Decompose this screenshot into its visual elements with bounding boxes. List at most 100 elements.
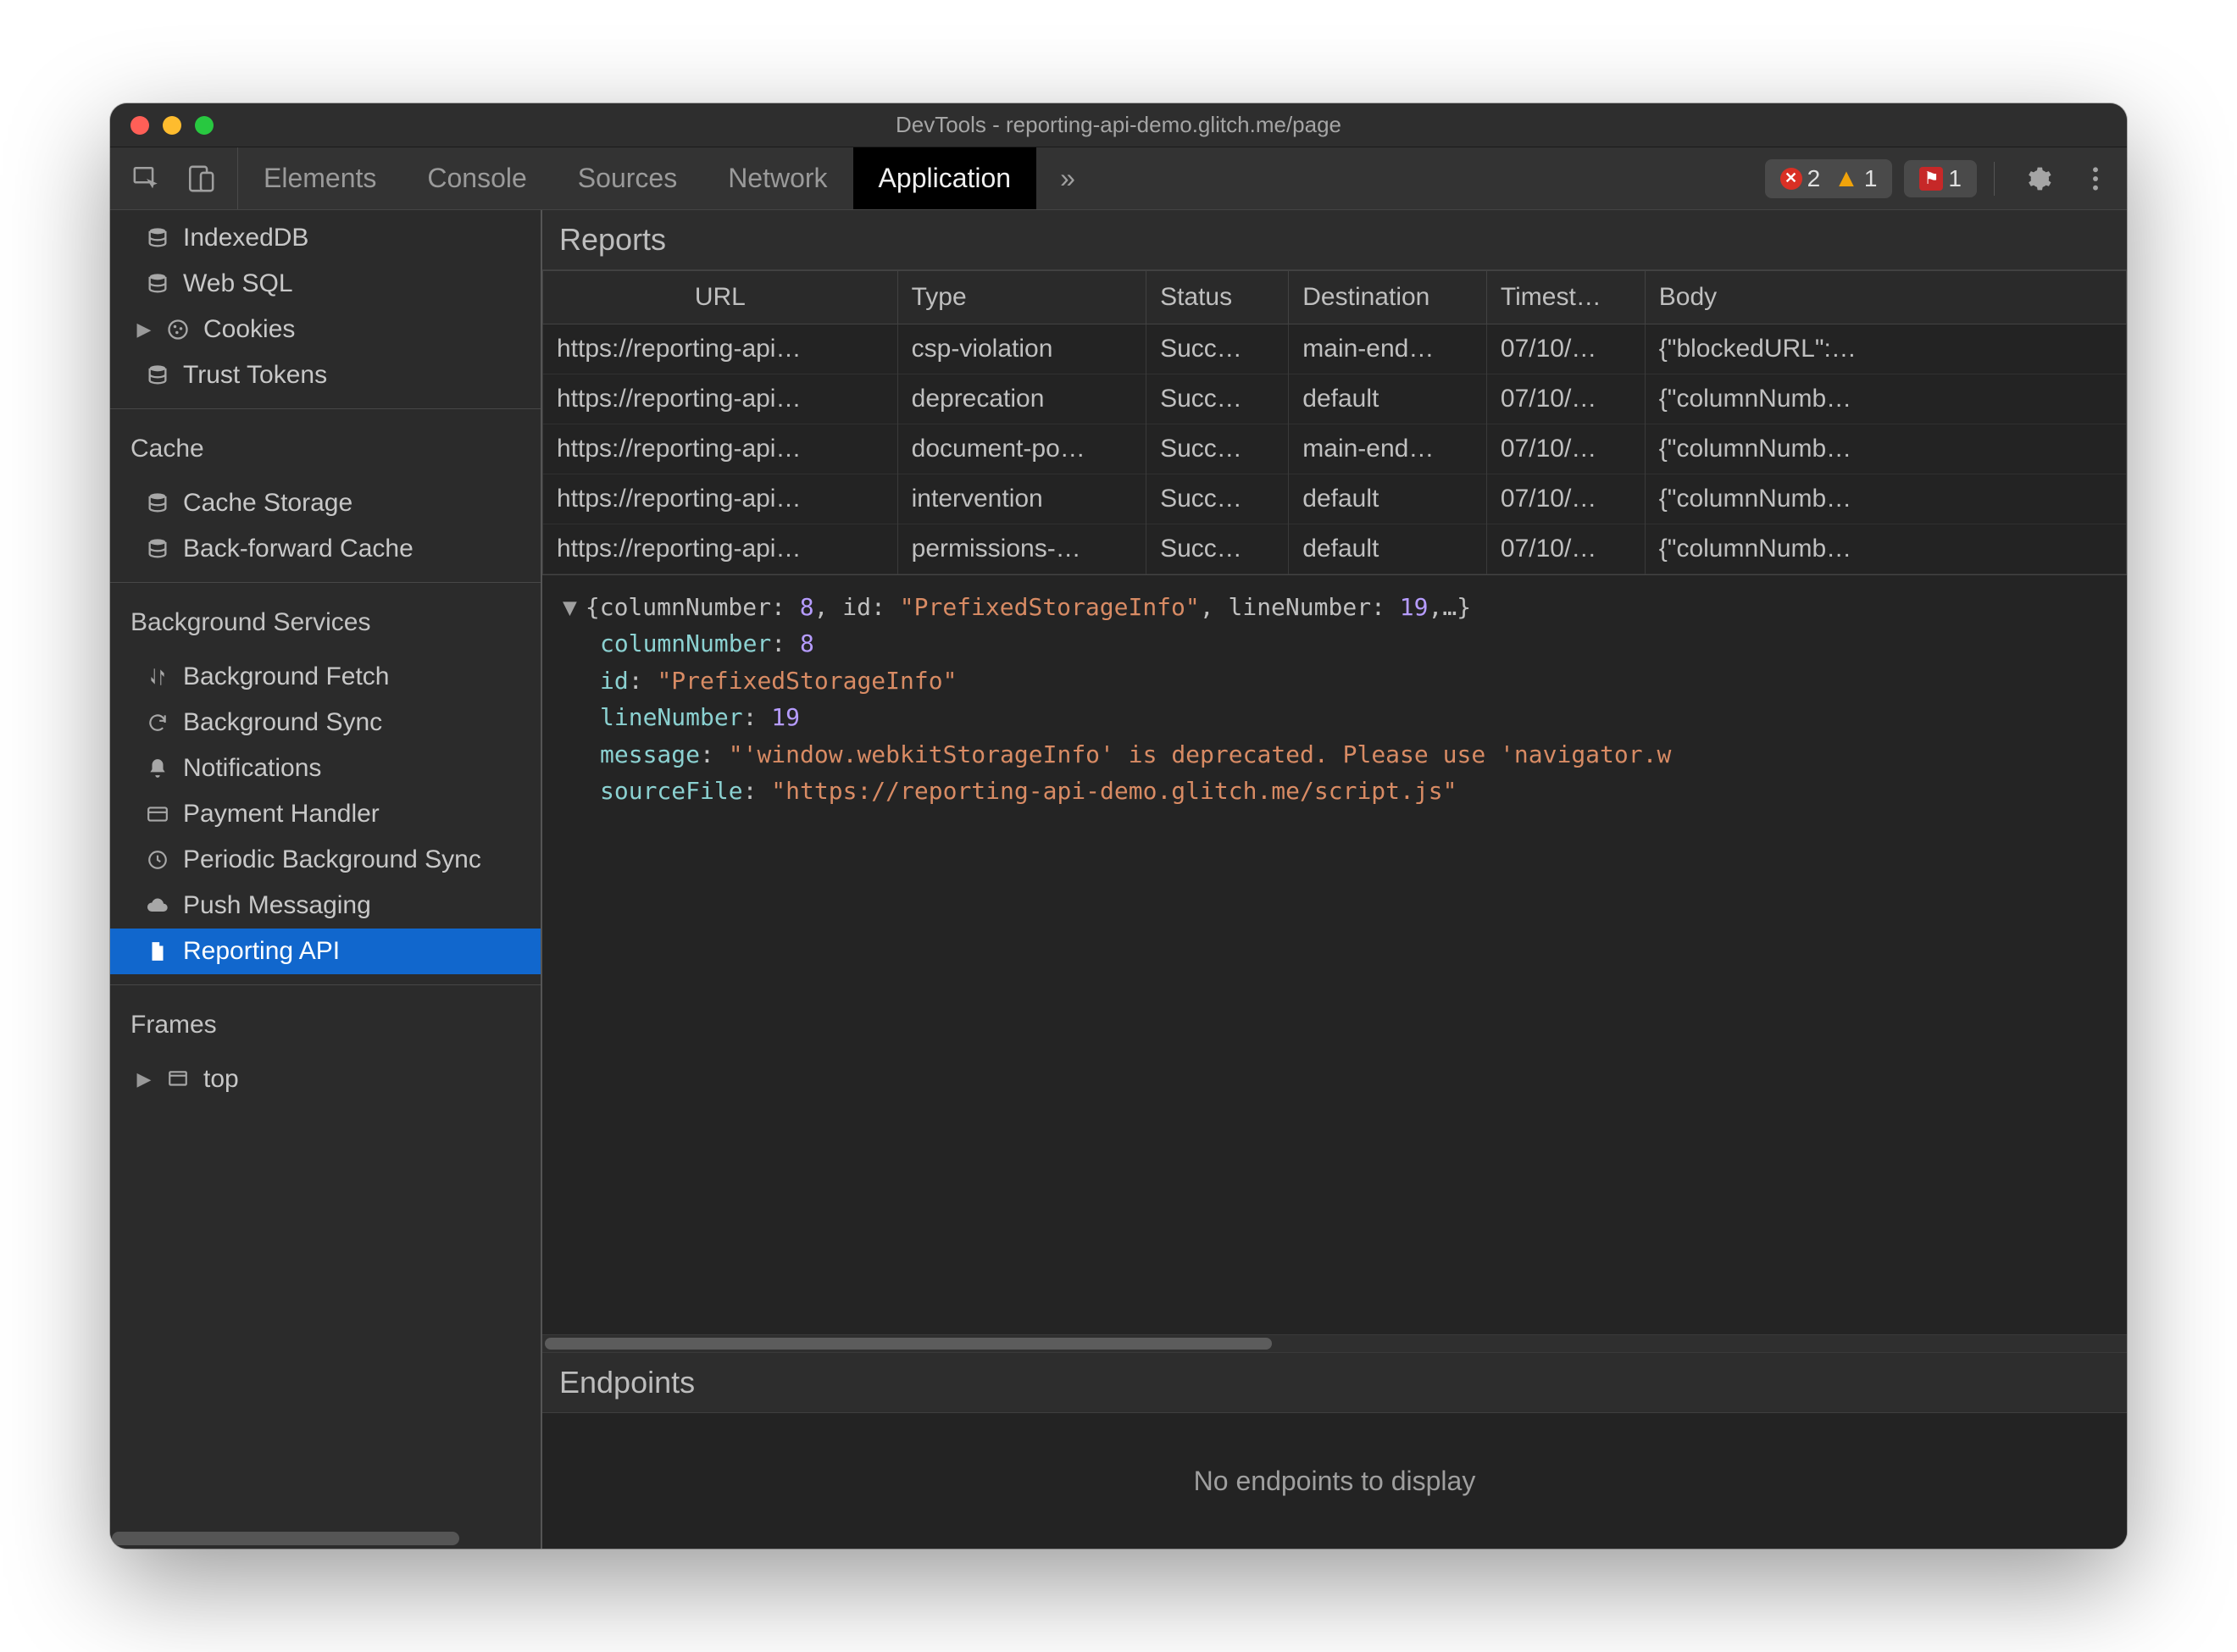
table-row[interactable]: https://reporting-api…permissions-…Succ…… [543,524,2127,574]
reports-table-wrap: URL Type Status Destination Timest… Body… [542,270,2127,575]
table-cell: {"columnNumb… [1645,474,2126,524]
main-split: IndexedDB Web SQL ▶ Cookies Trust Tokens [110,210,2127,1549]
window-titlebar: DevTools - reporting-api-demo.glitch.me/… [110,103,2127,147]
table-cell: Succ… [1146,474,1289,524]
detail-row: columnNumber: 8 [563,625,2107,662]
cache-tree: Cache Storage Back-forward Cache [110,475,541,572]
console-issues-badge[interactable]: ✕ 2 ▲ 1 [1765,159,1893,198]
col-status[interactable]: Status [1146,271,1289,324]
devtools-toolbar: Elements Console Sources Network Applica… [110,147,2127,210]
more-menu-button[interactable] [2078,165,2113,192]
sidebar-item-reporting-api[interactable]: Reporting API [110,929,541,974]
toolbar-separator [1994,162,1995,196]
violation-icon: ⚑ [1919,167,1943,191]
tabs-overflow-button[interactable]: » [1036,147,1099,209]
caret-right-icon: ▶ [136,319,153,341]
sidebar-item-label: Payment Handler [183,800,380,829]
table-row[interactable]: https://reporting-api…interventionSucc…d… [543,474,2127,524]
window-title: DevTools - reporting-api-demo.glitch.me/… [127,112,2110,138]
tab-sources[interactable]: Sources [552,147,702,209]
sidebar-item-indexeddb[interactable]: IndexedDB [110,215,541,261]
database-icon [144,535,171,563]
table-cell: https://reporting-api… [543,424,898,474]
database-icon [144,362,171,389]
sidebar-item-frame-top[interactable]: ▶ top [110,1056,541,1102]
col-destination[interactable]: Destination [1289,271,1487,324]
detail-summary-row[interactable]: ▼{columnNumber: 8, id: "PrefixedStorageI… [563,589,2107,625]
main-content: Reports URL Type Status Destination Time… [542,210,2127,1549]
sidebar-header-frames: Frames [110,985,541,1051]
table-cell: document-po… [897,424,1146,474]
table-cell: 07/10/… [1486,374,1645,424]
sidebar-scroll[interactable]: IndexedDB Web SQL ▶ Cookies Trust Tokens [110,210,541,1528]
sidebar-item-payment-handler[interactable]: Payment Handler [110,791,541,837]
sidebar-item-bfcache[interactable]: Back-forward Cache [110,526,541,572]
table-cell: https://reporting-api… [543,474,898,524]
toolbar-left-group [110,147,238,209]
table-row[interactable]: https://reporting-api…deprecationSucc…de… [543,374,2127,424]
table-row[interactable]: https://reporting-api…document-po…Succ…m… [543,424,2127,474]
sidebar-item-trust-tokens[interactable]: Trust Tokens [110,352,541,398]
detail-row: sourceFile: "https://reporting-api-demo.… [563,773,2107,809]
tab-network[interactable]: Network [702,147,852,209]
database-icon [144,225,171,252]
table-cell: 07/10/… [1486,474,1645,524]
sidebar-item-websql[interactable]: Web SQL [110,261,541,307]
sidebar-item-periodic-bg-sync[interactable]: Periodic Background Sync [110,837,541,883]
violations-badge[interactable]: ⚑ 1 [1904,160,1977,197]
table-cell: intervention [897,474,1146,524]
table-cell: csp-violation [897,324,1146,374]
tab-elements[interactable]: Elements [238,147,402,209]
storage-tree: IndexedDB Web SQL ▶ Cookies Trust Tokens [110,210,541,398]
close-window-button[interactable] [130,116,149,135]
sidebar-item-label: Reporting API [183,937,340,966]
updown-icon [144,663,171,690]
card-icon [144,801,171,828]
table-cell: Succ… [1146,374,1289,424]
database-icon [144,490,171,517]
sync-icon [144,709,171,736]
sidebar-item-label: Trust Tokens [183,361,327,390]
detail-hscrollbar[interactable] [542,1334,2127,1353]
table-header-row: URL Type Status Destination Timest… Body [543,271,2127,324]
col-type[interactable]: Type [897,271,1146,324]
inspect-element-icon[interactable] [132,164,161,193]
reports-table: URL Type Status Destination Timest… Body… [542,270,2127,574]
sidebar-item-cache-storage[interactable]: Cache Storage [110,480,541,526]
sidebar-item-label: Background Fetch [183,662,389,691]
zoom-window-button[interactable] [195,116,214,135]
col-body[interactable]: Body [1645,271,2126,324]
database-icon [144,270,171,297]
sidebar-item-bg-fetch[interactable]: Background Fetch [110,654,541,700]
table-cell: {"columnNumb… [1645,424,2126,474]
sidebar-item-bg-sync[interactable]: Background Sync [110,700,541,746]
tab-application[interactable]: Application [853,147,1037,209]
table-cell: {"columnNumb… [1645,374,2126,424]
table-cell: permissions-… [897,524,1146,574]
sidebar-hscrollbar[interactable] [110,1528,541,1549]
sidebar-item-notifications[interactable]: Notifications [110,746,541,791]
sidebar-header-bg-services: Background Services [110,583,541,649]
device-toolbar-icon[interactable] [186,164,215,193]
col-url[interactable]: URL [543,271,898,324]
settings-button[interactable] [2012,165,2066,192]
toolbar-right-group: ✕ 2 ▲ 1 ⚑ 1 [1765,147,2127,209]
traffic-lights [130,116,214,135]
frames-tree: ▶ top [110,1051,541,1102]
sidebar-item-push-messaging[interactable]: Push Messaging [110,883,541,929]
sidebar-item-cookies[interactable]: ▶ Cookies [110,307,541,352]
col-timestamp[interactable]: Timest… [1486,271,1645,324]
sidebar-item-label: top [203,1065,239,1094]
table-cell: https://reporting-api… [543,524,898,574]
table-cell: 07/10/… [1486,524,1645,574]
cloud-icon [144,892,171,919]
table-row[interactable]: https://reporting-api…csp-violationSucc…… [543,324,2127,374]
report-detail-pane[interactable]: ▼{columnNumber: 8, id: "PrefixedStorageI… [542,575,2127,1334]
tab-console[interactable]: Console [402,147,552,209]
table-cell: https://reporting-api… [543,374,898,424]
minimize-window-button[interactable] [163,116,181,135]
table-cell: 07/10/… [1486,424,1645,474]
table-cell: main-end… [1289,324,1487,374]
document-icon [144,938,171,965]
kebab-icon [2091,165,2100,192]
